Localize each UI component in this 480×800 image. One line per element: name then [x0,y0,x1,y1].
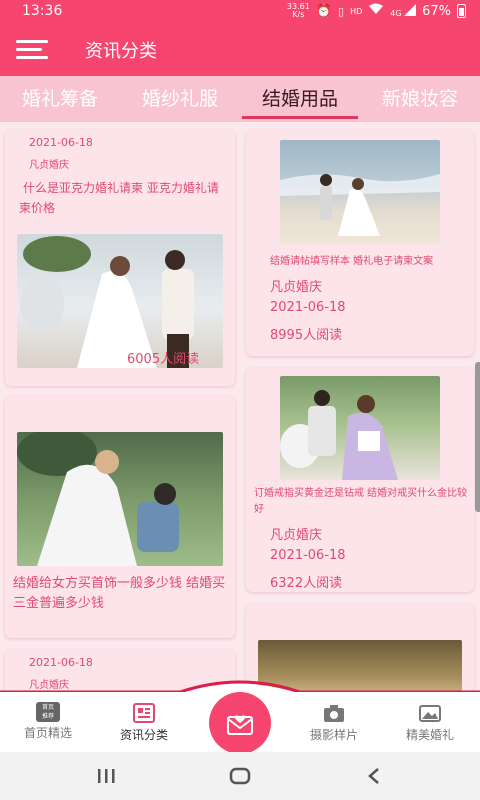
hd-label: HD [350,6,363,16]
article-date: 2021-06-18 [270,548,346,563]
battery-percent: 67% [422,3,451,19]
nav-wedding-gallery[interactable]: 精美婚礼 [382,702,478,743]
article-author: 凡贞婚庆 [29,160,69,171]
tab-bridal-makeup[interactable]: 新娘妆容 [360,76,480,122]
article-card[interactable]: 结婚给女方买首饰一般多少钱 结婚买三金普遍多少钱 [5,396,235,638]
article-photo [280,140,440,244]
app-header: 资讯分类 [0,24,480,76]
nav-photo-samples[interactable]: 摄影样片 [286,702,382,743]
nav-label: 资讯分类 [119,728,168,742]
recent-apps-icon[interactable] [96,766,116,786]
status-bar: 13:36 33.61 K/s ⏰ ▯ HD 4G 67% [0,0,480,24]
system-nav-bar [0,752,480,800]
wedding-gallery-icon [419,705,441,722]
nav-news-category[interactable]: 资讯分类 [96,702,192,743]
battery-icon [457,4,466,18]
nav-label: 精美婚礼 [405,728,454,742]
article-author: 凡贞婚庆 [270,528,323,543]
article-title: 什么是亚克力婚礼请柬 亚克力婚礼请柬价格 [19,181,219,215]
article-feed[interactable]: 2021-06-18 凡贞婚庆 什么是亚克力婚礼请柬 亚克力婚礼请柬价格 600… [0,122,480,692]
vibrate-icon: ▯ [338,4,345,18]
nav-home-featured[interactable]: 首页 推荐 首页精选 [0,702,96,741]
article-card[interactable]: 结婚请帖填写样本 婚礼电子请柬文案 凡贞婚庆 2021-06-18 8995人阅… [246,130,474,356]
status-time: 13:36 [22,3,63,19]
status-icons: 33.61 K/s ⏰ ▯ HD 4G 67% [287,3,466,19]
article-photo [280,376,440,480]
article-title: 结婚请帖填写样本 婚礼电子请柬文案 [270,256,434,267]
menu-icon[interactable] [16,40,48,60]
article-title: 订婚戒指买黄金还是钻戒 结婚对戒买什么金比较好 [254,488,468,515]
article-photo [17,432,223,566]
article-title: 结婚给女方买首饰一般多少钱 结婚买三金普遍多少钱 [13,576,226,611]
article-card[interactable]: 2021-06-18 凡贞婚庆 什么是亚克力婚礼请柬 亚克力婚礼请柬价格 600… [5,130,235,386]
scroll-indicator[interactable] [475,362,480,512]
news-category-icon [133,703,155,723]
home-featured-icon: 首页 推荐 [36,702,60,722]
nav-label: 摄影样片 [309,728,358,742]
tab-wedding-prep[interactable]: 婚礼筹备 [0,76,120,122]
wifi-icon [368,3,384,19]
back-icon[interactable] [366,766,382,786]
camera-icon [324,705,344,722]
home-icon[interactable] [229,766,251,786]
center-action-button[interactable] [209,692,271,754]
nav-label: 首页精选 [23,726,72,740]
alarm-icon: ⏰ [315,3,332,19]
article-date: 2021-06-18 [29,136,93,149]
article-reads: 6322人阅读 [270,576,343,591]
tab-wedding-supplies[interactable]: 结婚用品 [240,76,360,122]
article-reads: 8995人阅读 [270,328,343,343]
envelope-heart-icon [227,715,253,735]
network-speed-unit: K/s [292,10,305,19]
page-title: 资讯分类 [85,41,157,62]
article-author: 凡贞婚庆 [270,280,323,295]
signal-label: 4G [390,9,402,18]
category-tabs: 婚礼筹备 婚纱礼服 结婚用品 新娘妆容 [0,76,480,122]
network-speed: 33.61 K/s [287,3,310,19]
article-reads: 6005人阅读 [127,352,200,367]
signal-icon: 4G [390,4,417,18]
tab-wedding-dress[interactable]: 婚纱礼服 [120,76,240,122]
article-card[interactable]: 订婚戒指买黄金还是钻戒 结婚对戒买什么金比较好 凡贞婚庆 2021-06-18 … [246,368,474,592]
article-date: 2021-06-18 [270,300,346,315]
